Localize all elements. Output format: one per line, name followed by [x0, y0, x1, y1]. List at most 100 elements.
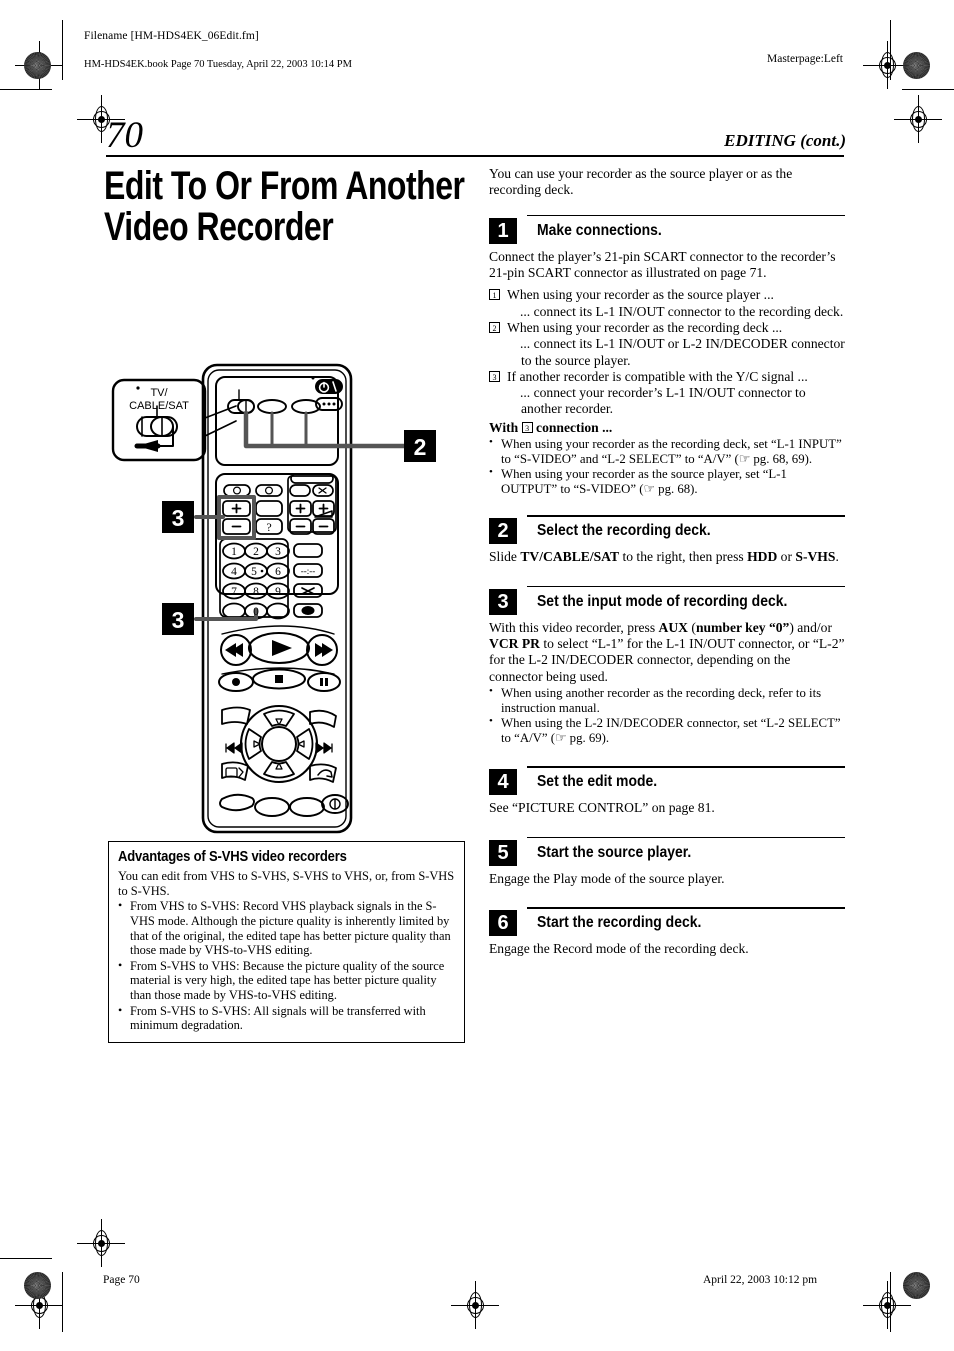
registration-mark-top-right	[863, 41, 911, 89]
step-5-header: 5 Start the source player.	[489, 833, 845, 866]
list-item: 3 If another recorder is compatible with…	[489, 369, 845, 418]
step-3-header: 3 Set the input mode of recording deck.	[489, 582, 845, 615]
illustration-marker-2-label: 2	[414, 434, 427, 460]
key-0-label: 0	[253, 606, 259, 618]
illustration-marker-3a-label: 3	[172, 505, 185, 531]
density-patch-bottom-left	[24, 1272, 51, 1299]
key-8-label: 8	[253, 586, 259, 598]
numbered-item-line2: ... connect your recorder’s L-1 IN/OUT c…	[520, 385, 806, 417]
step-4: 4 Set the edit mode. See “PICTURE CONTRO…	[489, 762, 845, 816]
registration-mark-bottom-center	[451, 1281, 499, 1329]
list-item: 2 When using your recorder as the record…	[489, 320, 845, 369]
footer-date: April 22, 2003 10:12 pm	[703, 1274, 818, 1286]
numbered-marker: 2	[489, 321, 500, 333]
key-1-label: 1	[231, 546, 237, 558]
key-9-label: 9	[275, 586, 281, 598]
header-book-line: HM-HDS4EK.book Page 70 Tuesday, April 22…	[84, 59, 352, 70]
remote-control-svg: ? 2 3 3 TV/ CABLE/SAT 1 2 3 4 5 6 7 8 9 …	[111, 363, 436, 834]
step-2-title: Select the recording deck.	[537, 522, 711, 540]
keypad-labels: 1 2 3 4 5 6 7 8 9 0	[231, 546, 281, 618]
remote-control-illustration: ? 2 3 3 TV/ CABLE/SAT 1 2 3 4 5 6 7 8 9 …	[104, 362, 474, 842]
step-5-body: Engage the Play mode of the source playe…	[489, 870, 725, 886]
key-4-label: 4	[231, 566, 237, 578]
step-1-with-note: With 3 connection ...	[489, 420, 845, 436]
step-6-header: 6 Start the recording deck.	[489, 903, 845, 936]
right-column: You can use your recorder as the source …	[489, 166, 845, 957]
step-5-number: 5	[489, 839, 517, 866]
list-item: From S-VHS to S-VHS: All signals will be…	[118, 1003, 455, 1033]
density-patch-top-left	[24, 52, 51, 79]
step-1-number: 1	[489, 217, 517, 244]
advantages-title: Advantages of S-VHS video recorders	[118, 849, 347, 865]
step-2: 2 Select the recording deck. Slide TV/CA…	[489, 511, 845, 565]
step-4-number: 4	[489, 769, 517, 796]
key-6-label: 6	[275, 566, 281, 578]
key-timer-label: --:--	[301, 566, 316, 576]
density-patch-bottom-right	[903, 1272, 930, 1299]
numbered-marker: 1	[489, 289, 500, 301]
registration-mark-bottom-left-corner	[77, 1219, 125, 1267]
crop-mark-top-left-horizontal	[0, 89, 52, 91]
step-5-title: Start the source player.	[537, 843, 692, 861]
callout-label-line2: CABLE/SAT	[129, 400, 189, 412]
step-1-title: Make connections.	[537, 221, 662, 239]
step-3-number: 3	[489, 588, 517, 615]
step-2-header: 2 Select the recording deck.	[489, 511, 845, 545]
page-number: 70	[106, 115, 143, 156]
crop-mark-top-right-horizontal	[902, 89, 954, 91]
callout-label-asterisk-dot	[136, 386, 140, 390]
advantages-bullet-list: From VHS to S-VHS: Record VHS playback s…	[118, 898, 455, 1033]
step-3-title: Set the input mode of recording deck.	[537, 592, 788, 610]
list-item: 1 When using your recorder as the source…	[489, 287, 845, 320]
step-6-rule	[527, 907, 845, 909]
step-4-header: 4 Set the edit mode.	[489, 762, 845, 796]
running-head: EDITING (cont.)	[724, 131, 846, 150]
list-item: When using your recorder as the recordin…	[489, 436, 845, 467]
key-3-label: 3	[275, 546, 281, 558]
key-7-label: 7	[231, 586, 237, 598]
step-1-bullet-list: When using your recorder as the recordin…	[489, 436, 845, 497]
numbered-marker: 3	[489, 370, 500, 382]
key-5-dot	[260, 569, 264, 573]
key-5-label: 5	[251, 566, 257, 578]
page-title: Edit To Or From Another Video Recorder	[104, 164, 465, 249]
step-1-header: 1 Make connections.	[489, 211, 845, 244]
list-item: From VHS to S-VHS: Record VHS playback s…	[118, 898, 455, 958]
intro-paragraph: You can use your recorder as the source …	[489, 166, 793, 198]
step-2-rule	[527, 515, 845, 517]
registration-mark-top-right-corner	[894, 95, 942, 143]
step-2-body: Slide TV/CABLE/SAT to the right, then pr…	[489, 549, 839, 565]
svg-text:?: ?	[266, 520, 271, 534]
header-masterpage: Masterpage:Left	[767, 53, 843, 65]
step-4-title: Set the edit mode.	[537, 773, 658, 791]
illustration-marker-3b-label: 3	[172, 607, 185, 633]
step-4-body: See “PICTURE CONTROL” on page 81.	[489, 800, 715, 816]
advantages-intro: You can edit from VHS to S-VHS, S-VHS to…	[118, 869, 455, 898]
numbered-item-line2: ... connect its L-1 IN/OUT or L-2 IN/DEC…	[520, 336, 845, 368]
step-6-title: Start the recording deck.	[537, 914, 702, 931]
left-column: Edit To Or From Another Video Recorder	[104, 166, 474, 248]
list-item: When using your recorder as the source p…	[489, 466, 845, 497]
step-3-rule	[527, 585, 845, 588]
with-prefix: With	[489, 419, 519, 435]
step-1-numbered-list: 1 When using your recorder as the source…	[489, 287, 845, 418]
list-item: When using the L-2 IN/DECODER connector,…	[489, 715, 845, 746]
with-suffix: connection ...	[536, 419, 613, 435]
density-patch-top-right	[903, 52, 930, 79]
numbered-item-line1: If another recorder is compatible with t…	[507, 368, 808, 384]
step-6-body: Engage the Record mode of the recording …	[489, 941, 749, 956]
illustration-marker-3b: 3	[162, 603, 194, 635]
key-2-label: 2	[253, 546, 259, 558]
crop-mark-bottom-left-horizontal	[0, 1258, 52, 1260]
illustration-marker-2: 2	[404, 430, 436, 462]
step-5: 5 Start the source player. Engage the Pl…	[489, 833, 845, 887]
list-item: From S-VHS to VHS: Because the picture q…	[118, 958, 455, 1003]
step-6-number: 6	[489, 910, 517, 936]
step-1-rule	[527, 214, 845, 217]
callout-label-line1: TV/	[150, 387, 168, 399]
step-3-body: With this video recorder, press AUX (num…	[489, 619, 845, 684]
numbered-item-line1: When using your recorder as the recordin…	[507, 319, 783, 335]
crop-mark-top-left-vertical	[62, 20, 64, 80]
advantages-box: Advantages of S-VHS video recorders You …	[108, 841, 465, 1043]
with-marker: 3	[521, 421, 533, 433]
